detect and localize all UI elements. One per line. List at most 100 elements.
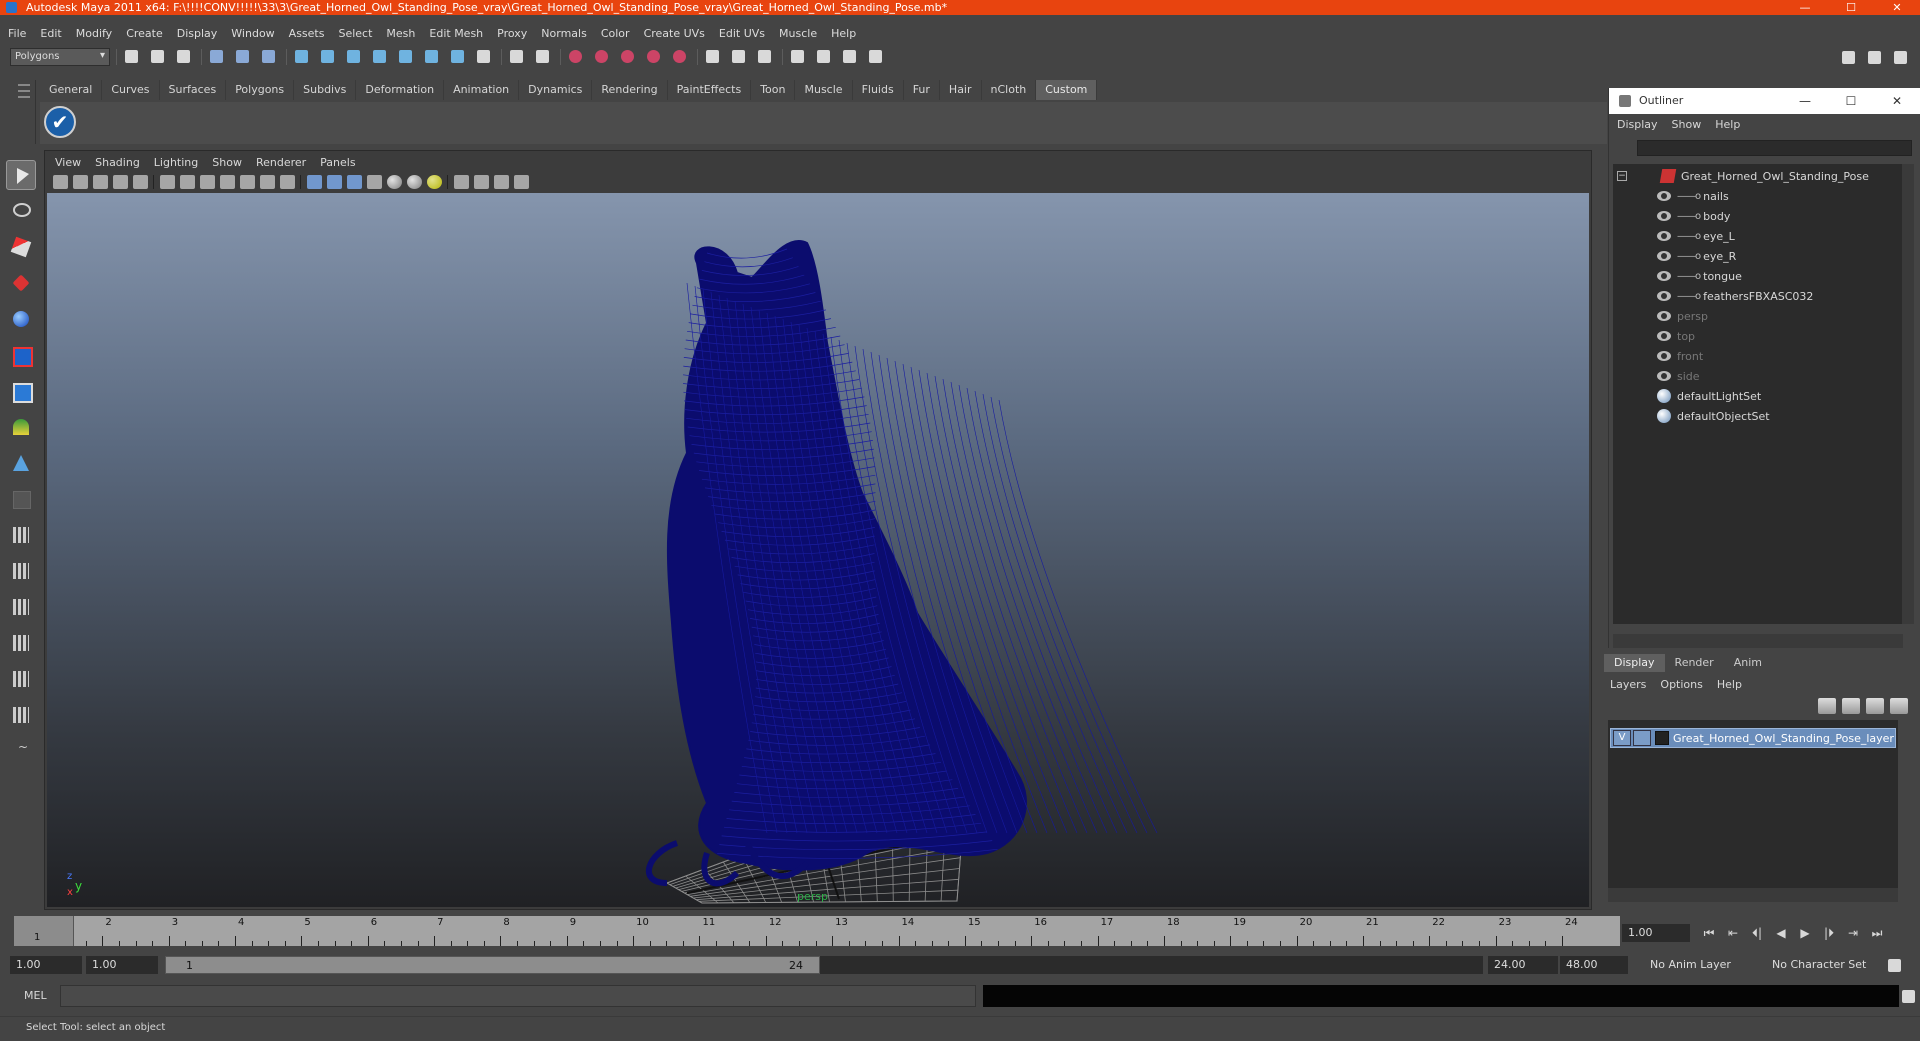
go-to-end-button[interactable]: ⏭ xyxy=(1866,924,1888,942)
render-view-icon[interactable] xyxy=(787,47,809,67)
smooth-shade-icon[interactable] xyxy=(327,175,342,189)
channel-box-toggle-icon[interactable] xyxy=(1890,48,1912,68)
panel-menu-panels[interactable]: Panels xyxy=(320,156,355,169)
menu-create-uvs[interactable]: Create UVs xyxy=(644,27,705,40)
snap-to-curve-icon[interactable] xyxy=(591,47,613,67)
current-frame-marker[interactable]: 1 xyxy=(14,916,74,946)
range-slider-handle[interactable]: 1 24 xyxy=(165,956,820,974)
menu-mesh[interactable]: Mesh xyxy=(386,27,415,40)
panel-menu-show[interactable]: Show xyxy=(212,156,242,169)
outliner-item-default-object-set[interactable]: defaultObjectSet xyxy=(1657,406,1920,426)
safe-title-icon[interactable] xyxy=(280,175,295,189)
animation-start-field[interactable]: 1.00 xyxy=(10,956,82,974)
outliner-item-eye-l[interactable]: ——o eye_L xyxy=(1657,226,1920,246)
outliner-item-nails[interactable]: ——o nails xyxy=(1657,186,1920,206)
outliner-filter-input[interactable] xyxy=(1637,140,1912,156)
time-slider[interactable]: 123456789101112131415161718192021222324 xyxy=(14,916,1620,946)
make-live-icon[interactable] xyxy=(669,47,691,67)
menu-muscle[interactable]: Muscle xyxy=(779,27,817,40)
playback-end-field[interactable]: 24.00 xyxy=(1488,956,1558,974)
menu-edit-mesh[interactable]: Edit Mesh xyxy=(429,27,483,40)
highlight-selection-icon[interactable] xyxy=(532,47,554,67)
select-component-icon[interactable] xyxy=(258,47,280,67)
textured-icon[interactable] xyxy=(367,175,382,189)
isolate-select-icon[interactable] xyxy=(454,175,469,189)
select-hierarchy-icon[interactable] xyxy=(206,47,228,67)
single-perspective-layout-icon[interactable] xyxy=(6,520,36,550)
character-set-dropdown[interactable]: No Character Set xyxy=(1766,956,1878,974)
panel-menu-renderer[interactable]: Renderer xyxy=(256,156,306,169)
outliner-menu-help[interactable]: Help xyxy=(1715,118,1740,131)
collapse-icon[interactable]: − xyxy=(1617,171,1627,181)
output-ops-icon[interactable] xyxy=(728,47,750,67)
outliner-item-front[interactable]: front xyxy=(1657,346,1920,366)
move-tool-icon[interactable] xyxy=(6,268,36,298)
persp-outliner-layout-icon[interactable] xyxy=(6,592,36,622)
menu-edit[interactable]: Edit xyxy=(40,27,61,40)
tab-general[interactable]: General xyxy=(40,80,103,100)
menu-normals[interactable]: Normals xyxy=(541,27,587,40)
new-scene-icon[interactable] xyxy=(121,47,143,67)
anim-layer-dropdown[interactable]: No Anim Layer xyxy=(1644,956,1754,974)
play-forwards-button[interactable]: ▶ xyxy=(1794,924,1816,942)
menu-window[interactable]: Window xyxy=(231,27,274,40)
outliner-item-default-light-set[interactable]: defaultLightSet xyxy=(1657,386,1920,406)
save-scene-icon[interactable] xyxy=(173,47,195,67)
outliner-maximize-button[interactable]: ☐ xyxy=(1828,88,1874,114)
step-back-key-button[interactable]: ⇤ xyxy=(1722,924,1744,942)
tab-rendering[interactable]: Rendering xyxy=(592,80,668,100)
tab-muscle[interactable]: Muscle xyxy=(795,80,853,100)
playback-start-field[interactable]: 1.00 xyxy=(86,956,158,974)
outliner-item-body[interactable]: ——o body xyxy=(1657,206,1920,226)
tab-surfaces[interactable]: Surfaces xyxy=(160,80,227,100)
last-tool-used-icon[interactable] xyxy=(6,484,36,514)
move-layer-down-icon[interactable] xyxy=(1842,698,1860,714)
snap-to-grid-icon[interactable] xyxy=(565,47,587,67)
snap-to-point-icon[interactable] xyxy=(617,47,639,67)
2d-pan-zoom-icon[interactable] xyxy=(133,175,148,189)
tab-subdivs[interactable]: Subdivs xyxy=(294,80,357,100)
maximize-button[interactable]: ☐ xyxy=(1828,0,1874,15)
tab-display-layers[interactable]: Display xyxy=(1604,654,1665,672)
tab-fluids[interactable]: Fluids xyxy=(853,80,904,100)
outliner-minimize-button[interactable]: — xyxy=(1782,88,1828,114)
open-scene-icon[interactable] xyxy=(147,47,169,67)
layout-options-icon[interactable] xyxy=(6,736,36,766)
show-manipulator-tool-icon[interactable] xyxy=(6,448,36,478)
tab-deformation[interactable]: Deformation xyxy=(356,80,445,100)
perspective-viewport[interactable]: z y x persp xyxy=(47,193,1589,907)
outliner-menu-display[interactable]: Display xyxy=(1617,118,1658,131)
tool-settings-toggle-icon[interactable] xyxy=(1864,48,1886,68)
outliner-item-feathers[interactable]: ——o feathersFBXASC032 xyxy=(1657,286,1920,306)
select-handles-icon[interactable] xyxy=(291,47,313,67)
universal-manipulator-icon[interactable] xyxy=(6,376,36,406)
camera-attributes-icon[interactable] xyxy=(73,175,88,189)
render-current-frame-icon[interactable] xyxy=(813,47,835,67)
layer-menu-layers[interactable]: Layers xyxy=(1610,678,1646,691)
layer-color-swatch[interactable] xyxy=(1655,731,1669,745)
lasso-tool-icon[interactable] xyxy=(6,196,36,226)
paint-select-tool-icon[interactable] xyxy=(6,232,36,262)
range-slider[interactable]: 1 24 xyxy=(165,956,1483,974)
attribute-editor-toggle-icon[interactable] xyxy=(1838,48,1860,68)
resolution-gate-icon[interactable] xyxy=(200,175,215,189)
menu-modify[interactable]: Modify xyxy=(76,27,112,40)
select-curves-icon[interactable] xyxy=(343,47,365,67)
shadows-icon[interactable] xyxy=(427,175,442,189)
layer-display-type-toggle[interactable] xyxy=(1633,730,1651,746)
menu-set-select[interactable]: Polygons xyxy=(10,48,110,66)
film-gate-icon[interactable] xyxy=(180,175,195,189)
lock-selection-icon[interactable] xyxy=(506,47,528,67)
select-dynamics-icon[interactable] xyxy=(421,47,443,67)
current-frame-field[interactable]: 1.00 xyxy=(1622,924,1690,942)
render-settings-icon[interactable] xyxy=(865,47,887,67)
grid-toggle-icon[interactable] xyxy=(160,175,175,189)
layer-menu-options[interactable]: Options xyxy=(1660,678,1702,691)
tab-polygons[interactable]: Polygons xyxy=(226,80,295,100)
step-forward-key-button[interactable]: ⇥ xyxy=(1842,924,1864,942)
command-input[interactable] xyxy=(60,985,976,1007)
select-tool-icon[interactable] xyxy=(6,160,36,190)
outliner-vertical-scrollbar[interactable] xyxy=(1902,164,1914,624)
animation-end-field[interactable]: 48.00 xyxy=(1560,956,1628,974)
tab-custom[interactable]: Custom xyxy=(1036,80,1098,100)
